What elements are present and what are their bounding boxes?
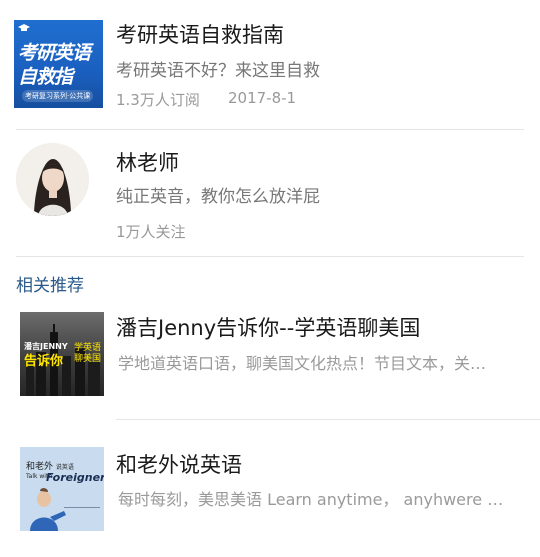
teacher-follower-count: 1万人关注 bbox=[116, 223, 186, 241]
teacher-description: 纯正英音，教你怎么放洋屁 bbox=[116, 187, 320, 207]
course-title[interactable]: 考研英语自救指南 bbox=[116, 19, 284, 49]
podcast-cover-image[interactable]: 潘吉JENNY 告诉你 学英语 聊美国 bbox=[20, 312, 104, 396]
teacher-name[interactable]: 林老师 bbox=[116, 147, 179, 177]
cover-tag: 考研复习系列·公共课 bbox=[22, 90, 94, 102]
course-date: 2017-8-1 bbox=[228, 89, 297, 107]
divider bbox=[16, 256, 524, 257]
cover-title-line1: 考研英语 bbox=[18, 42, 91, 64]
podcast-description: 学地道英语口语，聊美国文化热点！节目文本，关… bbox=[118, 354, 487, 373]
podcast-title[interactable]: 潘吉Jenny告诉你--学英语聊美国 bbox=[116, 312, 420, 342]
graduation-cap-icon bbox=[18, 24, 30, 31]
podcast-cover-text: 告诉你 bbox=[24, 354, 64, 369]
related-heading: 相关推荐 bbox=[16, 276, 84, 296]
teacher-avatar[interactable] bbox=[16, 143, 89, 216]
podcast-cover-image[interactable]: 和老外 说英语 Talk with Foreigners bbox=[20, 447, 104, 531]
divider bbox=[16, 129, 524, 130]
course-description: 考研英语不好？来这里自救 bbox=[116, 61, 320, 81]
podcast-cover-text: 学英语 聊美国 bbox=[74, 343, 102, 364]
course-subscriber-count: 1.3万人订阅 bbox=[116, 91, 200, 109]
person-figure-icon bbox=[30, 488, 100, 531]
course-cover-image[interactable]: 考研英语 自救指 考研复习系列·公共课 bbox=[14, 20, 103, 108]
cover-title-line2: 自救指 bbox=[18, 66, 73, 88]
divider bbox=[116, 419, 540, 420]
podcast-description: 每时每刻，美思美语 Learn anytime， anyhwere 关… bbox=[118, 490, 510, 509]
podcast-title[interactable]: 和老外说英语 bbox=[116, 449, 242, 479]
person-portrait-icon bbox=[16, 143, 89, 216]
